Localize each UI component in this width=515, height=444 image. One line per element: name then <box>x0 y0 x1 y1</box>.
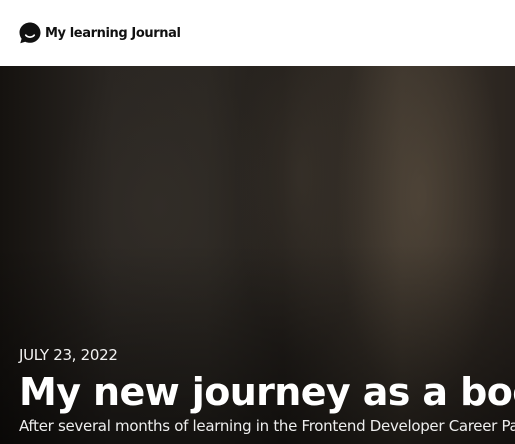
post-date: JULY 23, 2022 <box>19 346 118 364</box>
site-header: My learning Journal <box>0 0 515 66</box>
post-excerpt: After several months of learning in the … <box>19 417 515 435</box>
chat-bubble-icon <box>18 21 42 45</box>
site-name: My learning Journal <box>45 25 181 41</box>
hero-banner[interactable]: JULY 23, 2022 My new journey as a bootca… <box>0 66 515 444</box>
logo-link[interactable]: My learning Journal <box>18 21 181 45</box>
hero-content: JULY 23, 2022 My new journey as a bootca… <box>19 346 515 435</box>
post-title[interactable]: My new journey as a bootcamp student. <box>19 369 515 415</box>
